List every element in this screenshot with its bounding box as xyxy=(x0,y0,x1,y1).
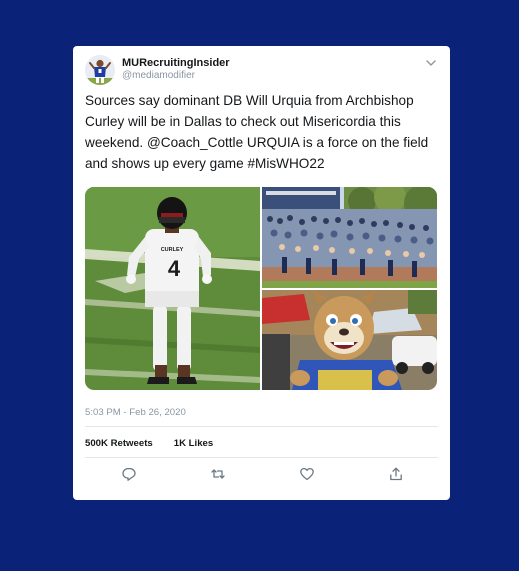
tweet-header: MURecruitingInsider @mediamodifier xyxy=(85,55,438,85)
handle[interactable]: @mediamodifier xyxy=(122,70,195,81)
chevron-down-icon[interactable] xyxy=(424,56,438,68)
like-count[interactable]: 1K Likes xyxy=(174,438,213,449)
crowd-photo[interactable] xyxy=(262,187,437,288)
media-grid: CURLEY 4 xyxy=(85,187,437,390)
jersey-number: 4 xyxy=(168,256,181,281)
display-name[interactable]: MURecruitingInsider xyxy=(122,57,230,69)
heart-icon[interactable] xyxy=(298,465,316,483)
share-icon[interactable] xyxy=(387,465,405,483)
retweet-count[interactable]: 500K Retweets xyxy=(85,438,153,449)
reply-icon[interactable] xyxy=(120,465,138,483)
jersey-text: CURLEY xyxy=(161,247,184,253)
avatar[interactable] xyxy=(85,55,115,85)
divider xyxy=(85,426,438,427)
tweet-stats: 500K Retweets 1K Likes xyxy=(85,438,213,449)
tweet-text: Sources say dominant DB Will Urquia from… xyxy=(85,93,429,171)
player-photo[interactable]: CURLEY 4 xyxy=(85,187,260,390)
mascot-photo[interactable] xyxy=(262,290,437,390)
tweet-card: MURecruitingInsider @mediamodifier Sourc… xyxy=(73,46,450,500)
divider xyxy=(85,457,438,458)
tweet-timestamp[interactable]: 5:03 PM - Feb 26, 2020 xyxy=(85,407,186,418)
retweet-icon[interactable] xyxy=(209,465,227,483)
